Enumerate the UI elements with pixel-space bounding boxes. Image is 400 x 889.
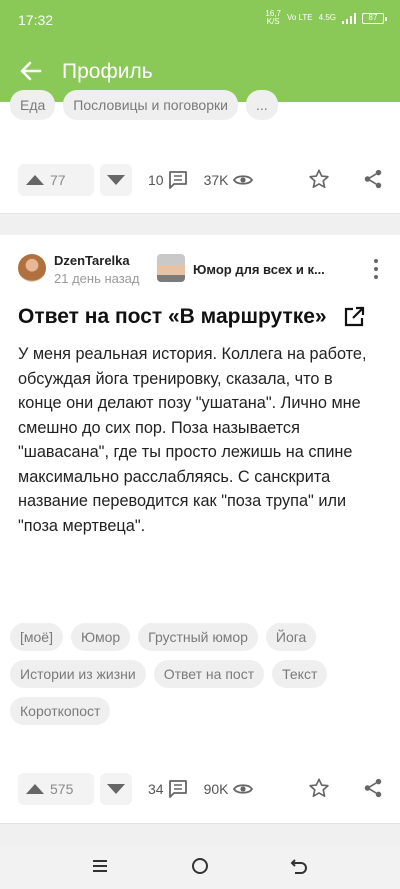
comment-icon [168, 171, 187, 189]
open-external-icon[interactable] [342, 305, 366, 329]
star-icon[interactable] [308, 168, 330, 190]
app-bar: 17:32 16,7 K/S Vo LTE 4.5G 87 Профиль [0, 0, 400, 102]
status-bar: 17:32 16,7 K/S Vo LTE 4.5G 87 [0, 0, 400, 40]
upvote-count: 77 [50, 172, 66, 188]
menu-icon[interactable] [91, 857, 109, 875]
comments-button[interactable]: 10 [148, 171, 188, 189]
views-count: 90K [203, 781, 229, 797]
post-time: 21 день назад [54, 271, 140, 286]
tag[interactable]: Грустный юмор [138, 623, 258, 651]
triangle-down-icon [107, 784, 125, 794]
eye-icon [232, 175, 253, 185]
network-speed: 16,7 K/S [265, 10, 281, 26]
triangle-down-icon [107, 175, 125, 185]
previous-post-tags: Еда Пословицы и поговорки ... [10, 90, 278, 120]
battery-icon: 87 [362, 12, 387, 24]
tag[interactable]: Текст [272, 660, 328, 688]
tag[interactable]: Йога [265, 623, 317, 651]
tag[interactable]: Короткопост [10, 697, 111, 725]
share-icon[interactable] [362, 777, 384, 799]
upvote-count: 575 [50, 781, 74, 797]
signal-icon [342, 12, 356, 24]
views-counter: 90K [204, 781, 253, 797]
comment-icon [168, 780, 187, 798]
views-count: 37K [203, 172, 229, 188]
previous-post-actions: 77 10 37K [18, 164, 390, 196]
triangle-up-icon [26, 784, 44, 794]
tag[interactable]: Юмор [70, 623, 131, 651]
author-name[interactable]: DzenTarelka [54, 253, 130, 268]
comments-button[interactable]: 34 [148, 780, 188, 798]
tag[interactable]: Еда [10, 90, 56, 120]
post-actions: 575 34 90K [18, 773, 390, 805]
avatar[interactable] [18, 254, 46, 282]
tag-more[interactable]: ... [245, 90, 278, 120]
page-title: Профиль [62, 60, 153, 83]
more-options-icon[interactable] [370, 258, 382, 280]
tag[interactable]: Ответ на пост [153, 660, 265, 688]
community-avatar[interactable] [157, 254, 185, 282]
post-body: У меня реальная история. Коллега на рабо… [18, 345, 367, 535]
tag[interactable]: [моё] [10, 623, 63, 651]
post-separator [0, 213, 400, 235]
post-tags: [моё] Юмор Грустный юмор Йога Истории из… [10, 623, 390, 725]
speed-unit: K/S [266, 17, 280, 26]
upvote-button[interactable]: 575 [18, 773, 94, 805]
post-title[interactable]: Ответ на пост «В маршрутке» [18, 305, 327, 329]
tag[interactable]: Истории из жизни [10, 660, 146, 688]
comments-count: 10 [148, 172, 164, 188]
status-icons: 16,7 K/S Vo LTE 4.5G 87 [265, 10, 387, 26]
volte-indicator: Vo LTE [287, 13, 313, 22]
downvote-button[interactable] [100, 773, 132, 805]
status-time: 17:32 [18, 12, 54, 28]
downvote-button[interactable] [100, 164, 132, 196]
star-icon[interactable] [308, 777, 330, 799]
views-counter: 37K [204, 172, 253, 188]
home-icon[interactable] [191, 857, 209, 875]
tag[interactable]: Пословицы и поговорки [63, 90, 238, 120]
eye-icon [232, 784, 253, 794]
post-separator [0, 823, 400, 845]
triangle-up-icon [26, 175, 44, 185]
upvote-button[interactable]: 77 [18, 164, 94, 196]
comments-count: 34 [148, 781, 164, 797]
arrow-left-icon[interactable] [18, 58, 44, 84]
network-type: 4.5G [318, 13, 336, 22]
community-name[interactable]: Юмор для всех и к... [193, 262, 325, 277]
share-icon[interactable] [362, 168, 384, 190]
back-nav-icon[interactable] [290, 857, 308, 875]
system-nav-bar [0, 845, 400, 889]
